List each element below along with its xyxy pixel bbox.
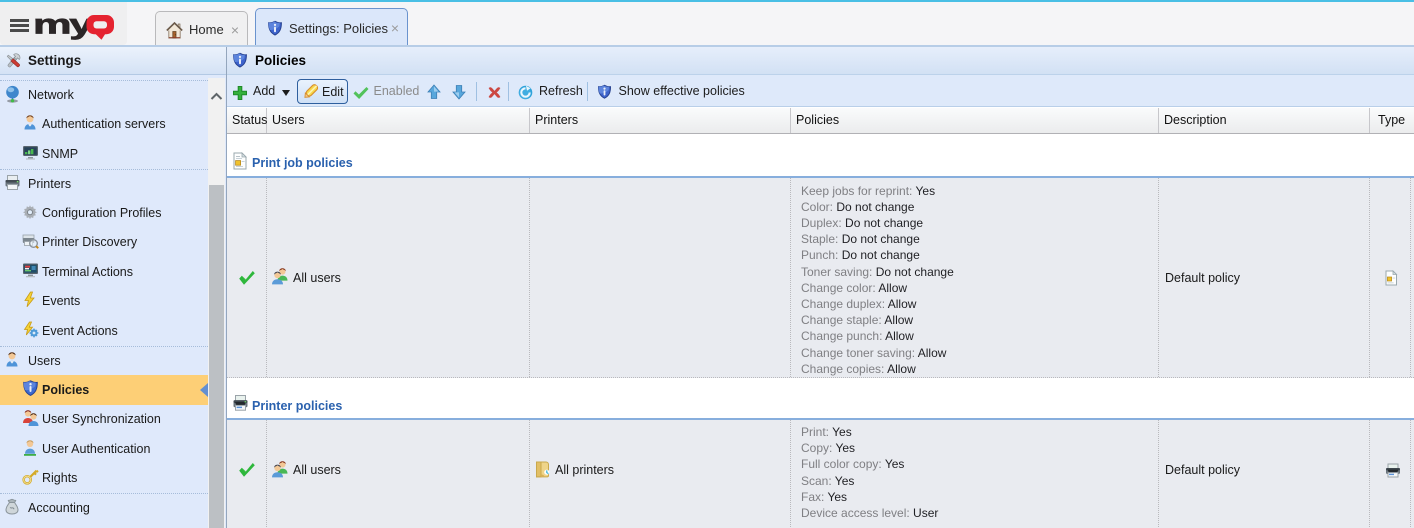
svg-text:my: my xyxy=(33,13,94,40)
